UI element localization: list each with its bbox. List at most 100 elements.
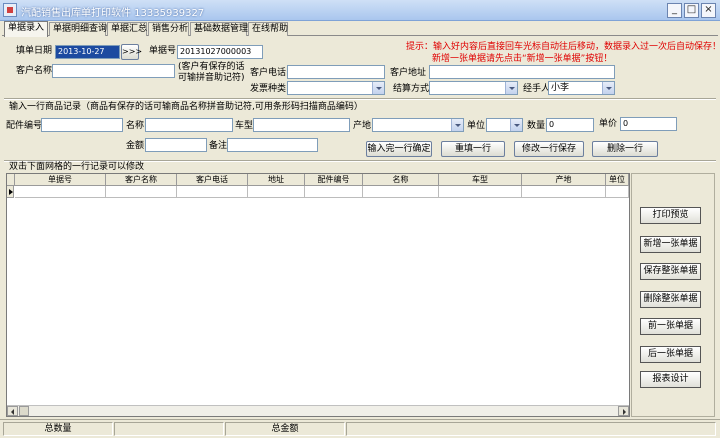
date-picker-button[interactable]: >>> (121, 44, 142, 60)
grid-caption: 双击下面网格的一行记录可以修改 (9, 162, 145, 172)
confirm-row-button[interactable]: 输入完一行确定 (366, 141, 432, 157)
item-section-title: 输入一行商品记录（商品有保存的话可输商品名称拼音助记符,可用条形码扫描商品编码） (9, 102, 363, 112)
table-cell[interactable] (248, 186, 305, 198)
tab-online-help[interactable]: 在线帮助 (248, 22, 288, 36)
model-label: 车型 (235, 121, 254, 131)
minimize-button[interactable]: _ (667, 3, 682, 18)
tab-bar: 单据录入 单据明细查询 单据汇总 销售分析 基础数据管理 在线帮助 (2, 21, 718, 37)
tab-detail-query[interactable]: 单据明细查询 (49, 22, 107, 36)
part-no-input[interactable] (41, 118, 123, 132)
tab-entry[interactable]: 单据录入 (4, 21, 48, 37)
phone-input[interactable] (287, 65, 385, 79)
scroll-left-icon[interactable] (7, 406, 18, 416)
table-cell[interactable] (606, 186, 629, 198)
divider (4, 98, 716, 100)
print-preview-button[interactable]: 打印预览 (640, 207, 701, 224)
customer-note-1: (客户有保存的话 (178, 62, 245, 72)
table-cell[interactable] (363, 186, 439, 198)
next-bill-button[interactable]: 后一张单据 (640, 346, 701, 363)
chevron-down-icon (510, 119, 522, 131)
maximize-button[interactable]: □ (684, 3, 699, 18)
total-amount-value (346, 422, 716, 436)
part-no-label: 配件编号 (6, 121, 43, 131)
qty-input[interactable]: 0 (546, 118, 594, 132)
amount-label: 金额 (126, 141, 145, 151)
handler-select[interactable]: 小李 (548, 81, 615, 95)
address-input[interactable] (429, 65, 615, 79)
window-title: 汽配销售出库单打印软件 13335939327 (21, 8, 205, 19)
delete-bill-button[interactable]: 删除整张单据 (640, 291, 701, 308)
col-unit[interactable]: 单位 (606, 174, 629, 186)
title-bar: 汽配销售出库单打印软件 13335939327 _ □ × (0, 0, 720, 21)
remark-label: 备注 (209, 141, 228, 151)
unit-select[interactable] (486, 118, 523, 132)
table-cell[interactable] (177, 186, 248, 198)
qty-label: 数量 (527, 121, 546, 131)
redo-row-button[interactable]: 重填一行 (441, 141, 505, 157)
date-input[interactable]: 2013-10-27 (55, 45, 120, 59)
item-name-label: 名称 (126, 121, 145, 131)
customer-note-2: 可输拼音助记符) (178, 73, 245, 83)
records-grid[interactable]: 单据号 客户名称 客户电话 地址 配件编号 名称 车型 产地 单位 (6, 173, 630, 417)
hint-line-1: 提示：输入好内容后直接回车光标自动往后移动，数据录入过一次后自动保存！ (406, 42, 720, 52)
app-icon (3, 3, 17, 17)
report-design-button[interactable]: 报表设计 (640, 371, 701, 388)
chevron-down-icon (602, 82, 614, 94)
total-qty-value (114, 422, 224, 436)
customer-label: 客户名称 (16, 66, 53, 76)
tab-base-data[interactable]: 基础数据管理 (190, 22, 248, 36)
settle-label: 结算方式 (393, 84, 430, 94)
status-bar: 总数量 总金额 (0, 419, 720, 438)
address-label: 客户地址 (390, 68, 427, 78)
col-address[interactable]: 地址 (248, 174, 305, 186)
settle-select[interactable] (429, 81, 518, 95)
model-input[interactable] (253, 118, 350, 132)
table-cell[interactable] (522, 186, 606, 198)
table-cell[interactable] (439, 186, 522, 198)
scroll-right-icon[interactable] (618, 406, 629, 416)
item-name-input[interactable] (145, 118, 233, 132)
table-cell[interactable] (305, 186, 363, 198)
horizontal-scrollbar[interactable] (7, 405, 629, 416)
table-cell[interactable] (15, 186, 106, 198)
previous-bill-button[interactable]: 前一张单据 (640, 318, 701, 335)
price-input[interactable]: 0 (620, 117, 677, 131)
invoice-select[interactable] (287, 81, 385, 95)
customer-input[interactable] (52, 64, 175, 78)
save-bill-button[interactable]: 保存整张单据 (640, 263, 701, 280)
date-label: 填单日期 (16, 46, 53, 56)
handler-value: 小李 (551, 83, 570, 93)
modify-row-button[interactable]: 修改一行保存 (514, 141, 584, 157)
col-phone[interactable]: 客户电话 (177, 174, 248, 186)
chevron-down-icon (451, 119, 463, 131)
origin-select[interactable] (372, 118, 464, 132)
phone-label: 客户电话 (250, 68, 287, 78)
chevron-down-icon (505, 82, 517, 94)
close-button[interactable]: × (701, 3, 716, 18)
total-qty-label: 总数量 (3, 422, 113, 436)
bill-no-input[interactable]: 20131027000003 (177, 45, 263, 59)
amount-input[interactable] (145, 138, 207, 152)
origin-label: 产地 (353, 121, 372, 131)
new-bill-button[interactable]: 新增一张单据 (640, 236, 701, 253)
tab-summary[interactable]: 单据汇总 (107, 22, 147, 36)
unit-label: 单位 (467, 121, 486, 131)
col-name[interactable]: 名称 (363, 174, 439, 186)
tab-sales-analysis[interactable]: 销售分析 (148, 22, 189, 36)
scroll-thumb[interactable] (19, 406, 29, 416)
remark-input[interactable] (227, 138, 318, 152)
hint-line-2: 新增一张单据请先点击“新增一张单据”按钮！ (432, 54, 613, 64)
current-row-indicator (7, 186, 14, 198)
delete-row-button[interactable]: 删除一行 (592, 141, 658, 157)
table-cell[interactable] (106, 186, 177, 198)
col-bill-no[interactable]: 单据号 (15, 174, 106, 186)
col-customer[interactable]: 客户名称 (106, 174, 177, 186)
header-corner (7, 174, 15, 186)
grid-header: 单据号 客户名称 客户电话 地址 配件编号 名称 车型 产地 单位 (7, 174, 629, 186)
price-label: 单价 (599, 119, 618, 129)
chevron-down-icon (372, 82, 384, 94)
col-origin[interactable]: 产地 (522, 174, 606, 186)
col-part-no[interactable]: 配件编号 (305, 174, 363, 186)
col-model[interactable]: 车型 (439, 174, 522, 186)
handler-label: 经手人 (523, 84, 551, 94)
